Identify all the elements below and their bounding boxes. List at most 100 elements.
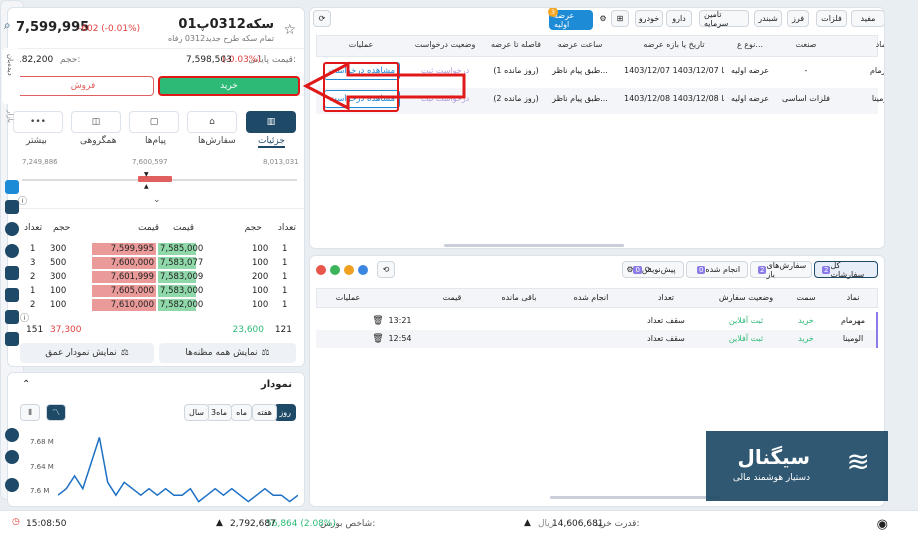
ob-buy-price[interactable]: 7,582,000	[158, 299, 203, 311]
filter-chip[interactable]: دارو	[666, 10, 692, 27]
ob-buy-volume[interactable]: 100	[252, 257, 268, 269]
show-depth-button[interactable]: نمایش نمودار عمق ⚖	[20, 343, 154, 363]
ob-sell-count[interactable]: 1	[30, 243, 35, 255]
tab-messages[interactable]: پیام‌ها	[145, 136, 166, 146]
ob-sell-volume[interactable]: 300	[50, 243, 66, 255]
sidebar-alerts-icon[interactable]	[5, 244, 19, 258]
sidebar-market-label[interactable]: بازار	[6, 110, 14, 123]
ob-buy-volume[interactable]: 100	[252, 285, 268, 297]
range-3month[interactable]: 3ماه	[205, 404, 232, 421]
user-icon[interactable]: ◉	[877, 517, 888, 532]
info-icon-2[interactable]: ⓘ	[20, 311, 29, 324]
orders-tab-label: انجام شده	[705, 265, 741, 274]
orders-tab[interactable]: 0 انجام شده	[686, 261, 748, 278]
buy-button[interactable]: خرید	[158, 76, 300, 96]
ob-sell-count[interactable]: 2	[30, 299, 35, 311]
delete-order-icon[interactable]: 🗑	[372, 316, 384, 326]
order-side: خرید	[798, 316, 814, 325]
ob-sell-price[interactable]: 7,600,000	[92, 257, 156, 269]
range-week[interactable]: هفته	[252, 404, 277, 421]
tab-peers[interactable]: همگروهی	[80, 136, 116, 146]
tab-more-icon[interactable]: •••	[13, 111, 63, 133]
ob-sell-count[interactable]: 1	[30, 285, 35, 297]
credit-toggle-icon[interactable]: ▲	[524, 518, 531, 528]
sidebar-opt-icon[interactable]	[5, 180, 19, 194]
ob-buy-count[interactable]: 1	[282, 299, 287, 311]
ob-buy-count[interactable]: 1	[282, 285, 287, 297]
range-day[interactable]: روز	[274, 404, 296, 421]
sidebar-settings-icon[interactable]	[5, 478, 19, 492]
index-toggle-icon[interactable]: ▲	[216, 518, 223, 528]
delete-order-icon[interactable]: 🗑	[372, 334, 384, 344]
add-list-icon[interactable]: ⊞	[611, 10, 629, 27]
refresh-orders-icon[interactable]: ⟳	[641, 261, 655, 278]
tab-orders-icon[interactable]: ⌂	[187, 111, 237, 133]
orders-tab[interactable]: 2 کل سفارشات	[814, 261, 878, 279]
tab-messages-icon[interactable]: ▢	[129, 111, 179, 133]
sell-button[interactable]: فروش	[12, 76, 154, 96]
connection-icon: ◷	[12, 517, 20, 527]
range-month[interactable]: ماه	[231, 404, 252, 421]
expand-chevron-icon[interactable]: ⌄	[153, 195, 161, 205]
filter-chip[interactable]: مفید	[851, 10, 884, 27]
ob-sell-volume[interactable]: 100	[50, 285, 66, 297]
filter-chip[interactable]: خودرو	[635, 10, 663, 27]
ob-sell-volume[interactable]: 100	[50, 299, 66, 311]
tab-peers-icon[interactable]: ◫	[71, 111, 121, 133]
ob-sell-count[interactable]: 3	[30, 257, 35, 269]
refresh-icon[interactable]: ⟳	[313, 10, 331, 27]
candle-chart-icon[interactable]: ⫴	[20, 404, 40, 421]
ob-buy-price[interactable]: 7,583,077	[158, 257, 203, 269]
line-chart-icon[interactable]: 〽	[46, 404, 66, 421]
ob-sell-price[interactable]: 7,599,995	[92, 243, 156, 255]
ob-buy-volume[interactable]: 100	[252, 243, 268, 255]
ob-buy-price[interactable]: 7,585,000	[158, 243, 203, 255]
show-all-quotes-button[interactable]: نمایش همه مظنه‌ها ⚖	[159, 343, 296, 363]
ytick-3: 7.6 M	[30, 487, 50, 495]
orders-tab[interactable]: 2 سفارش‌های باز	[750, 261, 812, 279]
ob-buy-count[interactable]: 1	[282, 271, 287, 283]
filter-chip[interactable]: فرز	[787, 10, 809, 27]
ob-sell-count[interactable]: 2	[30, 271, 35, 283]
ob-buy-price[interactable]: 7,583,000	[158, 285, 203, 297]
sidebar-list-icon[interactable]	[5, 266, 19, 280]
settings-icon[interactable]: ⚙	[596, 10, 610, 27]
ob-buy-count[interactable]: 1	[282, 257, 287, 269]
ob-sell-price[interactable]: 7,601,999	[92, 271, 156, 283]
sidebar-clock-icon[interactable]	[5, 222, 19, 236]
ob-buy-price[interactable]: 7,583,009	[158, 271, 203, 283]
ob-buy-volume[interactable]: 100	[252, 299, 268, 311]
ob-header-buy-vol: حجم	[244, 223, 262, 233]
ob-sell-volume[interactable]: 300	[50, 271, 66, 283]
range-year[interactable]: سال	[184, 404, 209, 421]
total-buy-count: 121	[274, 325, 292, 335]
ob-buy-count[interactable]: 1	[282, 243, 287, 255]
chart-collapse-icon[interactable]: ⌃	[22, 379, 30, 390]
sidebar-portfolio-icon[interactable]	[5, 200, 19, 214]
sidebar-chat-icon[interactable]	[5, 428, 19, 442]
ob-sell-price[interactable]: 7,605,000	[92, 285, 156, 297]
filter-chip[interactable]: فلزات	[816, 10, 847, 27]
order-time: 12:54	[388, 334, 412, 343]
ob-sell-price[interactable]: 7,610,000	[92, 299, 156, 311]
sidebar-grid-icon[interactable]	[5, 332, 19, 346]
ipo-cell-date: 1403/12/08 تا 1403/12/08	[624, 94, 724, 103]
sidebar-help-icon[interactable]	[5, 450, 19, 464]
history-icon[interactable]: ⟲	[377, 261, 395, 278]
tab-details-icon[interactable]: ▥	[246, 111, 296, 133]
filter-chip[interactable]: شبندر	[754, 10, 782, 27]
ob-sell-volume[interactable]: 500	[50, 257, 66, 269]
filter-chip[interactable]: تامین سرمایه	[699, 10, 749, 28]
tab-more[interactable]: بیشتر	[26, 136, 47, 146]
tab-details[interactable]: جزئیات	[258, 136, 285, 148]
sidebar-news-icon[interactable]	[5, 310, 19, 324]
tab-orders[interactable]: سفارش‌ها	[198, 136, 236, 146]
ipo-scrollbar[interactable]	[444, 244, 624, 247]
filter-orders-icon[interactable]: ⚙	[623, 261, 637, 278]
orders-scrollbar[interactable]	[550, 496, 720, 499]
sidebar-calc-icon[interactable]	[5, 288, 19, 302]
sidebar-search-icon[interactable]: ⌕	[4, 18, 11, 33]
star-icon[interactable]: ☆	[283, 22, 296, 38]
info-icon[interactable]: ⓘ	[18, 194, 27, 207]
ob-buy-volume[interactable]: 200	[252, 271, 268, 283]
